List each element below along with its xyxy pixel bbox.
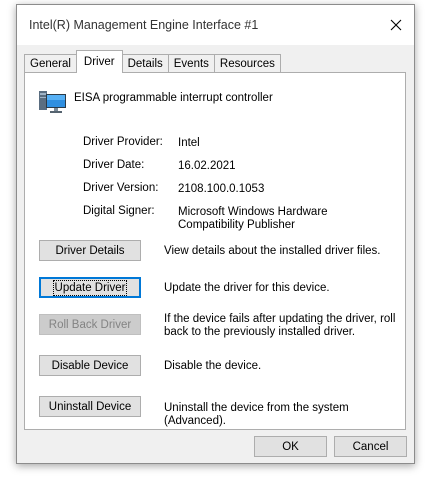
window-title: Intel(R) Management Engine Interface #1 [29, 18, 259, 32]
title-bar[interactable]: Intel(R) Management Engine Interface #1 [17, 5, 414, 45]
device-name: EISA programmable interrupt controller [74, 92, 273, 104]
tab-driver[interactable]: Driver [75, 50, 123, 73]
digital-signer-line-1: Microsoft Windows Hardware [178, 206, 328, 218]
tab-events[interactable]: Events [167, 54, 215, 73]
update-driver-button-label: Update Driver [52, 279, 128, 296]
driver-date-value: 16.02.2021 [178, 160, 236, 172]
driver-details-description: View details about the installed driver … [164, 245, 381, 257]
uninstall-device-button-label: Uninstall Device [48, 400, 132, 413]
computer-monitor-icon [39, 91, 66, 113]
driver-provider-label: Driver Provider: [83, 136, 163, 148]
close-icon [390, 19, 402, 31]
driver-details-button[interactable]: Driver Details [39, 240, 141, 261]
digital-signer-value: Microsoft Windows Hardware Compatibility… [178, 206, 328, 232]
digital-signer-line-2: Compatibility Publisher [178, 219, 295, 231]
digital-signer-label: Digital Signer: [83, 205, 155, 217]
device-properties-dialog: Intel(R) Management Engine Interface #1 … [16, 4, 415, 464]
disable-device-description: Disable the device. [164, 360, 262, 372]
uninstall-device-description: Uninstall the device from the system (Ad… [164, 402, 349, 427]
roll-back-driver-button: Roll Back Driver [39, 314, 141, 335]
driver-version-label: Driver Version: [83, 182, 159, 194]
driver-tab-panel: EISA programmable interrupt controller D… [24, 72, 406, 430]
disable-device-button[interactable]: Disable Device [39, 355, 141, 376]
cancel-button[interactable]: Cancel [334, 436, 407, 457]
roll-back-driver-button-label: Roll Back Driver [48, 318, 132, 331]
ok-button[interactable]: OK [254, 436, 327, 457]
roll-back-driver-description: If the device fails after updating the d… [164, 313, 399, 339]
driver-date-label: Driver Date: [83, 159, 145, 171]
update-driver-description: Update the driver for this device. [164, 282, 330, 294]
roll-back-description-line-1: If the device fails after updating the d… [164, 313, 396, 325]
tab-resources[interactable]: Resources [213, 54, 281, 73]
tab-general[interactable]: General [24, 54, 77, 73]
tab-details[interactable]: Details [121, 54, 169, 73]
driver-details-button-label: Driver Details [55, 244, 125, 257]
tab-strip: General Driver Details Events Resources [24, 49, 281, 73]
driver-provider-value: Intel [178, 137, 200, 149]
uninstall-device-button[interactable]: Uninstall Device [39, 396, 141, 417]
driver-version-value: 2108.100.0.1053 [178, 183, 265, 195]
update-driver-button[interactable]: Update Driver [39, 277, 141, 298]
roll-back-description-line-2: back to the previously installed driver. [164, 326, 356, 338]
close-button[interactable] [384, 13, 408, 37]
disable-device-button-label: Disable Device [51, 359, 129, 372]
